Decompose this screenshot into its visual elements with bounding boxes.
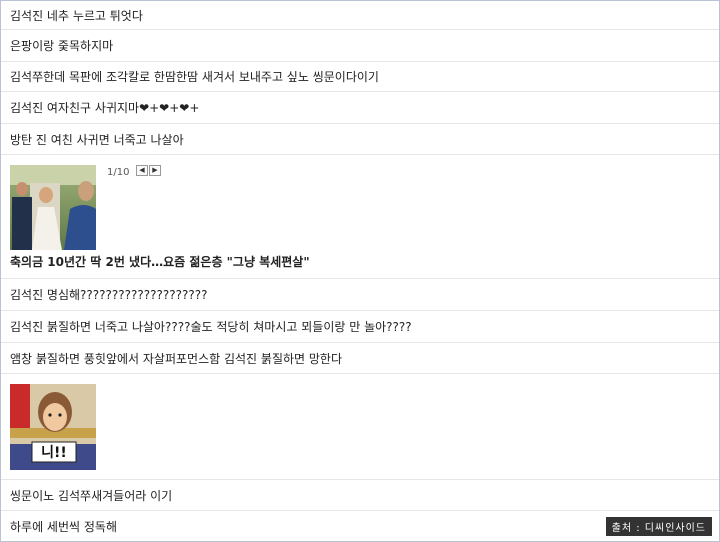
- comment-text: 김석진 네추 누르고 튀엇다: [10, 8, 143, 23]
- comment-text: 앰창 붉질하면 풍힛앞에서 자살퍼포먼스함 김석진 붉질하면 망한다: [10, 351, 343, 366]
- comment-item: 김석진 명심해????????????????????: [1, 279, 719, 311]
- comment-text: 김석진 붉질하면 너죽고 나살아????술도 적당히 쳐마시고 뫼들이랑 만 놀…: [10, 320, 412, 334]
- comment-text: 방탄 진 여친 사귀면 너죽고 나살아: [10, 132, 184, 147]
- comment-text: 김석쭈한데 목판에 조각칼로 한땀한땀 새겨서 보내주고 싶노 씽문이다이기: [10, 70, 379, 84]
- next-image-button[interactable]: ▶: [149, 165, 161, 176]
- source-label: 출처 : 디씨인사이드: [605, 517, 712, 536]
- article-preview[interactable]: 1/10 ◀ ▶ 축의금 10년간 딱 2번 냈다…요즘 젊은층 "그냥 복세편…: [1, 155, 719, 279]
- comment-item: 김석진 붉질하면 너죽고 나살아????술도 적당히 쳐마시고 뫼들이랑 만 놀…: [1, 311, 719, 343]
- prev-image-button[interactable]: ◀: [136, 165, 148, 176]
- sticker-comment: 니!!: [1, 374, 719, 480]
- sticker-image: 니!!: [10, 384, 96, 470]
- triangle-right-icon: ▶: [152, 166, 158, 174]
- sticker-caption: 니!!: [41, 445, 67, 461]
- comment-item: 방탄 진 여친 사귀면 너죽고 나살아: [1, 124, 719, 155]
- comment-text: 씽문이노 김석쭈새겨들어라 이기: [10, 488, 173, 503]
- triangle-left-icon: ◀: [139, 166, 145, 174]
- image-pager: ◀ ▶: [136, 165, 161, 176]
- image-counter: 1/10: [107, 167, 130, 178]
- comment-item: 씽문이노 김석쭈새겨들어라 이기: [1, 480, 719, 511]
- comment-text: 하루에 세번씩 정독해: [10, 519, 117, 534]
- comment-item: 앰창 붉질하면 풍힛앞에서 자살퍼포먼스함 김석진 붉질하면 망한다: [1, 343, 719, 374]
- comment-item: 김석진 네추 누르고 튀엇다: [1, 1, 719, 30]
- comment-text: 은팡이랑 줒목하지마: [10, 39, 114, 53]
- comment-item: 김석진 여자친구 사귀지마❤+❤+❤+: [1, 92, 719, 124]
- wedding-photo-image[interactable]: [10, 165, 96, 250]
- comment-item: 김석쭈한데 목판에 조각칼로 한땀한땀 새겨서 보내주고 싶노 씽문이다이기: [1, 62, 719, 92]
- comment-item: 은팡이랑 줒목하지마: [1, 30, 719, 62]
- comment-list: 김석진 네추 누르고 튀엇다 은팡이랑 줒목하지마 김석쭈한데 목판에 조각칼로…: [0, 0, 720, 542]
- comment-text: 김석진 명심해????????????????????: [10, 288, 208, 302]
- article-headline[interactable]: 축의금 10년간 딱 2번 냈다…요즘 젊은층 "그냥 복세편살": [10, 253, 310, 270]
- comment-text: 김석진 여자친구 사귀지마❤+❤+❤+: [10, 101, 200, 115]
